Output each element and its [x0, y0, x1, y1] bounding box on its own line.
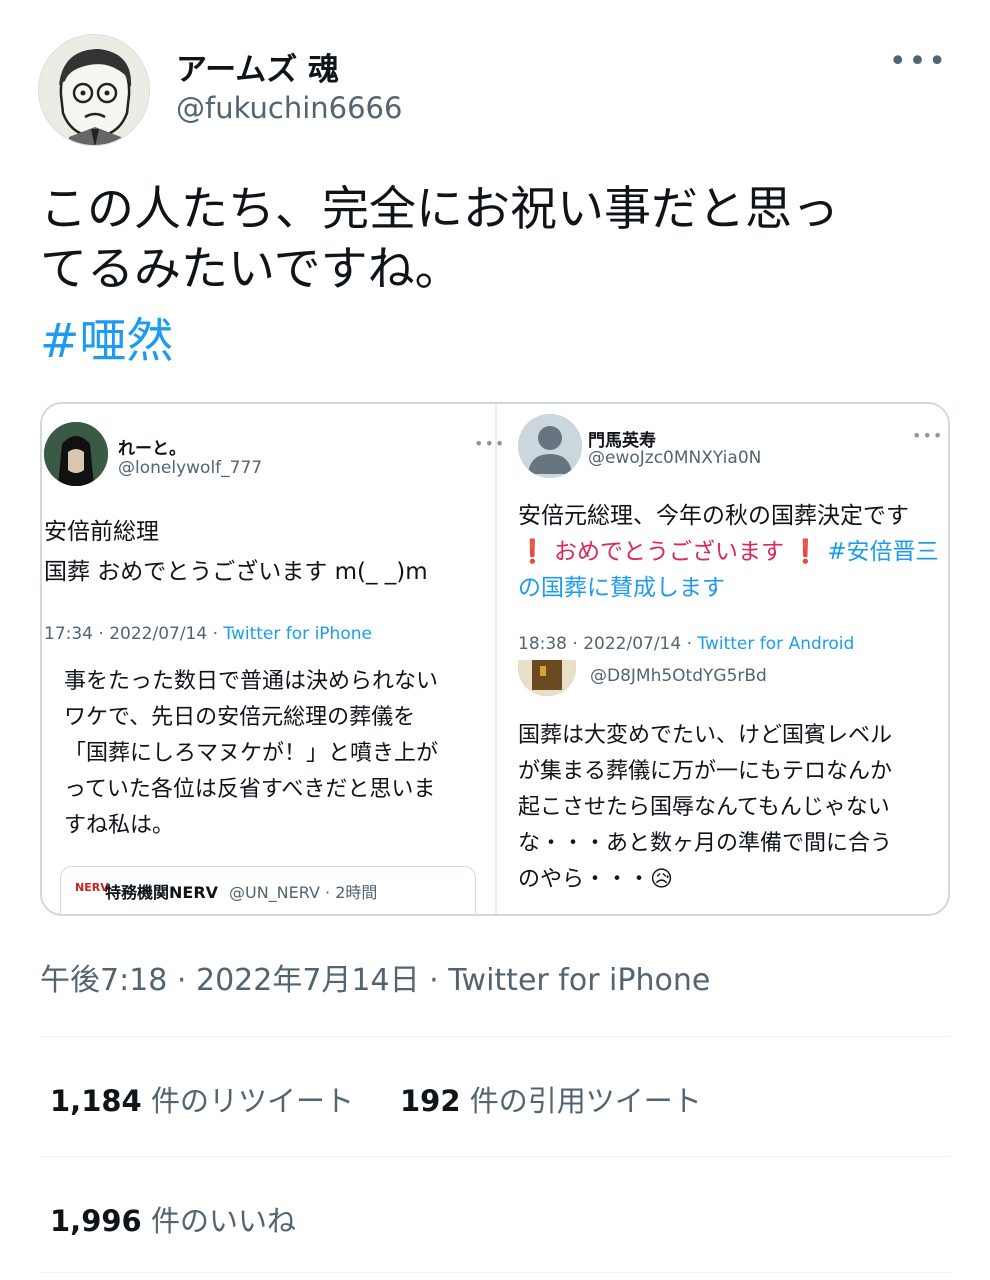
mini-body-line: 安倍元総理、今年の秋の国葬決定です [518, 503, 909, 529]
mini-meta: 17:34 · 2022/07/14 · Twitter for iPhone [44, 624, 372, 644]
retweets-count: 1,184 [50, 1084, 142, 1118]
avatar [518, 660, 576, 696]
mini-author-name: れーと。 [118, 439, 186, 459]
reply-text-line: 国葬は大変めでたい、けど国賓レベル [518, 723, 893, 748]
mini-author-handle: @lonelywolf_777 [118, 458, 263, 478]
divider [40, 1036, 950, 1037]
retweets-stat[interactable]: 1,184 件のリツイート [50, 1078, 354, 1120]
mini-body-line: 安倍前総理 [44, 519, 159, 545]
tweet-timestamp[interactable]: 午後7:18 · 2022年7月14日 · Twitter for iPhone [40, 955, 710, 999]
quoted-text-line: すね私は。 [64, 813, 175, 838]
quotes-count: 192 [400, 1084, 461, 1118]
hashtag-link-continued: の国葬に賛成します [518, 575, 725, 601]
tweet-text: この人たち、完全にお祝い事だと思っ てるみたいですね。 [40, 180, 950, 300]
divider [40, 1272, 950, 1273]
divider [40, 1156, 950, 1157]
quoted-text-line: ワケで、先日の安倍元総理の葬儀を [64, 705, 416, 730]
character-avatar-icon [518, 660, 576, 696]
hashtag-link: #安倍晋三 [827, 539, 939, 565]
cartoon-face-icon [39, 35, 149, 145]
author-handle[interactable]: @fukuchin6666 [176, 91, 402, 125]
more-options-icon: ••• [912, 426, 944, 445]
exclamation-text: ❗ おめでとうございます ❗ [518, 539, 828, 565]
mini-meta: 18:38 · 2022/07/14 · Twitter for Android [518, 634, 854, 654]
avatar [44, 422, 108, 486]
reply-text-line: のやら・・・😥 [518, 867, 673, 892]
author-name[interactable]: アームズ 魂 [176, 44, 339, 89]
mini-body-line: ❗ おめでとうございます ❗ #安倍晋三 [518, 534, 939, 570]
reply-text-block: 国葬は大変めでたい、けど国賓レベル が集まる葬儀に万が一にもテロなんか 起こさせ… [518, 718, 892, 898]
avatar [518, 414, 582, 478]
retweets-label: 件のリツイート [141, 1084, 354, 1118]
more-options-icon[interactable]: ••• [889, 44, 948, 79]
quotes-stat[interactable]: 192 件の引用ツイート [400, 1078, 702, 1120]
nerv-logo-icon: NERV [75, 881, 109, 894]
anime-avatar-icon [44, 422, 108, 486]
mini-meta-source: Twitter for Android [697, 634, 855, 654]
left-screenshot: れーと。 @lonelywolf_777 ••• 安倍前総理 国葬 おめでとうご… [42, 404, 504, 914]
reply-handle: @D8JMh5OtdYG5rBd [590, 666, 767, 686]
tweet-text-line: てるみたいですね。 [40, 242, 462, 297]
author-avatar[interactable] [38, 34, 150, 146]
mini-body-line: 国葬 おめでとうございます m(_ _)m [44, 559, 428, 585]
quoted-text-block: 事をたった数日で普通は決められない ワケで、先日の安倍元総理の葬儀を 「国葬にし… [64, 664, 438, 844]
likes-stat[interactable]: 1,996 件のいいね [50, 1198, 296, 1240]
reply-text-line: が集まる葬儀に万が一にもテロなんか [518, 759, 893, 784]
right-screenshot: 門馬英寿 @ewoJzc0MNXYia0N ••• 安倍元総理、今年の秋の国葬決… [498, 404, 948, 914]
likes-label: 件のいいね [141, 1204, 296, 1238]
mini-meta-time: 18:38 · 2022/07/14 · [518, 634, 698, 654]
likes-count: 1,996 [50, 1204, 142, 1238]
quote-card-handle: @UN_NERV · 2時間 [229, 883, 378, 902]
quote-card-name: 特務機関NERV [105, 883, 219, 902]
quotes-label: 件の引用ツイート [460, 1084, 702, 1118]
quoted-text-line: 「国葬にしろマヌケが！」と噴き上が [64, 741, 439, 766]
tweet-text-line: この人たち、完全にお祝い事だと思っ [40, 182, 839, 237]
mini-author-handle: @ewoJzc0MNXYia0N [588, 448, 762, 468]
quoted-text-line: っていた各位は反省すべきだと思いま [64, 777, 436, 802]
quoted-text-line: 事をたった数日で普通は決められない [64, 669, 439, 694]
tweet-header: アームズ 魂 @fukuchin6666 ••• [38, 34, 958, 146]
mini-meta-time: 17:34 · 2022/07/14 · [44, 624, 224, 644]
reply-text-line: 起こさせたら国辱なんてもんじゃない [518, 795, 890, 820]
image-divider [495, 404, 497, 914]
mini-meta-source: Twitter for iPhone [223, 624, 372, 644]
quote-card: NERV 特務機関NERV @UN_NERV · 2時間 [60, 866, 476, 914]
reply-text-line: な・・・あと数ヶ月の準備で間に合う [518, 831, 893, 856]
hashtag-link[interactable]: #唖然 [40, 312, 173, 372]
tweet-image[interactable]: れーと。 @lonelywolf_777 ••• 安倍前総理 国葬 おめでとうご… [40, 402, 950, 916]
default-profile-icon [518, 414, 582, 478]
